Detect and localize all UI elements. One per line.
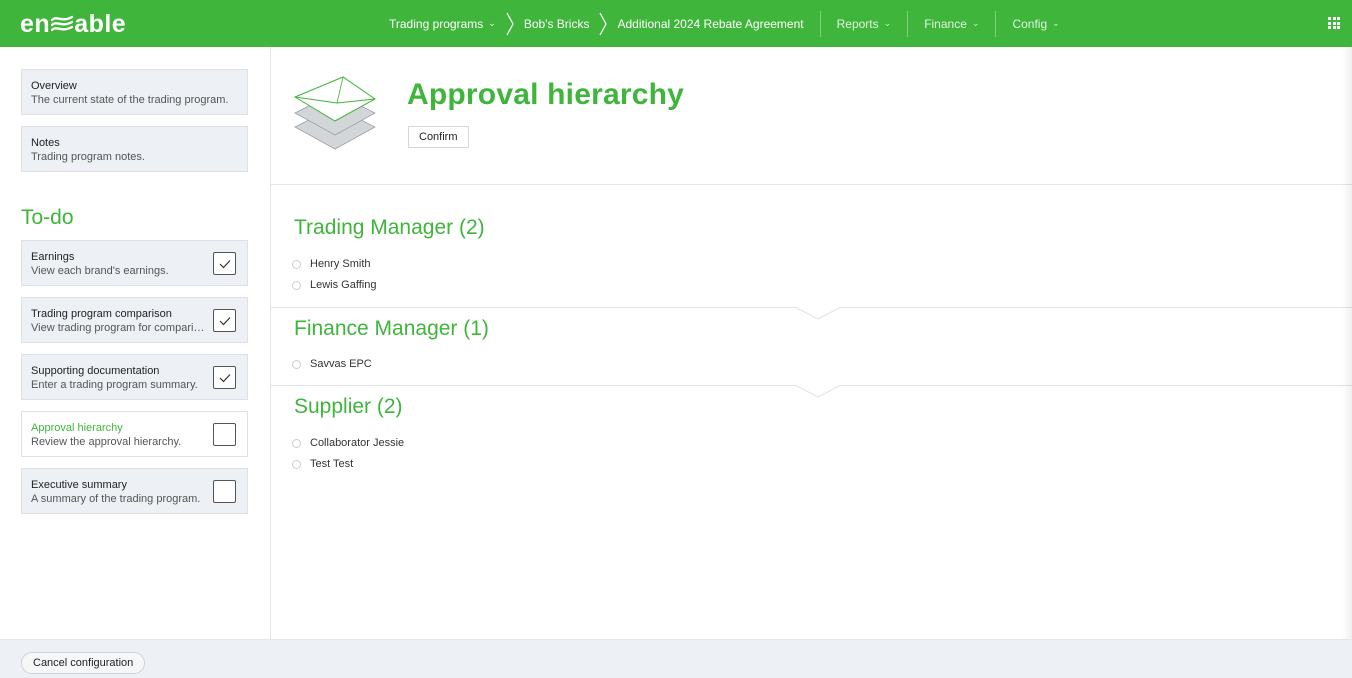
chevron-down-icon: ⌄ — [971, 18, 980, 28]
todo-checkbox[interactable] — [213, 366, 236, 389]
checkmark-icon — [219, 373, 230, 382]
breadcrumb-separator-icon — [599, 12, 608, 35]
enable-logo[interactable]: en able — [20, 9, 126, 39]
menu-finance[interactable]: Finance ⌄ — [924, 17, 979, 31]
sidebar-item-overview[interactable]: Overview The current state of the tradin… — [21, 69, 248, 115]
list-item: Test Test — [292, 458, 353, 470]
status-dot-icon — [292, 280, 301, 290]
page-header: Approval hierarchy Confirm — [271, 47, 1352, 185]
footer-bar: Cancel configuration — [0, 639, 1352, 678]
section-heading: Finance Manager (1) — [294, 317, 489, 340]
todo-item-earnings[interactable]: Earnings View each brand's earnings. — [21, 240, 248, 286]
sidebar: Overview The current state of the tradin… — [0, 47, 271, 639]
logo-text-right: able — [74, 9, 127, 38]
breadcrumb-trading-programs[interactable]: Trading programs ⌄ — [389, 17, 496, 31]
todo-item-trading-program-comparison[interactable]: Trading program comparison View trading … — [21, 297, 248, 343]
list-item: Collaborator Jessie — [292, 437, 404, 449]
top-navbar: en able Trading programs ⌄ Bob's Bricks … — [0, 0, 1352, 47]
todo-heading: To-do — [21, 206, 74, 229]
approval-section-finance-manager: Finance Manager (1) Savvas EPC — [271, 308, 1352, 385]
list-item: Henry Smith — [292, 258, 371, 270]
logo-wave-icon — [51, 15, 74, 32]
approval-section-supplier: Supplier (2) Collaborator Jessie Test Te… — [271, 386, 1352, 486]
todo-checkbox[interactable] — [213, 252, 236, 275]
breadcrumb-separator-icon — [506, 12, 514, 35]
scroll-shadow — [1342, 47, 1352, 639]
approver-name: Savvas EPC — [310, 358, 372, 370]
apps-grid-icon[interactable] — [1328, 17, 1340, 29]
page-title: Approval hierarchy — [407, 78, 685, 111]
status-dot-icon — [292, 259, 301, 269]
section-heading: Trading Manager (2) — [294, 216, 485, 239]
status-dot-icon — [292, 359, 301, 369]
approver-name: Collaborator Jessie — [310, 437, 405, 449]
breadcrumb: Trading programs ⌄ Bob's Bricks Addition… — [389, 0, 1060, 47]
menu-reports[interactable]: Reports ⌄ — [837, 17, 892, 31]
checkmark-icon — [219, 259, 230, 268]
status-dot-icon — [292, 459, 301, 469]
cancel-configuration-button[interactable]: Cancel configuration — [21, 652, 146, 674]
nav-divider — [907, 10, 909, 37]
approver-name: Lewis Gaffing — [310, 279, 377, 291]
approval-section-trading-manager: Trading Manager (2) Henry Smith Lewis Ga… — [271, 185, 1352, 307]
status-dot-icon — [292, 438, 301, 448]
envelope-stack-icon — [293, 76, 376, 150]
nav-divider — [995, 10, 997, 37]
breadcrumb-agreement[interactable]: Additional 2024 Rebate Agreement — [617, 17, 803, 31]
chevron-down-icon: ⌄ — [883, 18, 892, 28]
list-item: Lewis Gaffing — [292, 279, 376, 291]
confirm-button[interactable]: Confirm — [408, 126, 469, 148]
chevron-down-icon: ⌄ — [488, 18, 496, 28]
chevron-down-icon: ⌄ — [1052, 18, 1060, 28]
approver-name: Test Test — [310, 458, 354, 470]
section-heading: Supplier (2) — [294, 395, 403, 418]
menu-config[interactable]: Config ⌄ — [1012, 17, 1059, 31]
breadcrumb-bobs-bricks[interactable]: Bob's Bricks — [524, 17, 590, 31]
sidebar-item-notes[interactable]: Notes Trading program notes. — [21, 126, 248, 172]
list-item: Savvas EPC — [292, 358, 372, 370]
logo-text-left: en — [20, 9, 51, 38]
approver-name: Henry Smith — [310, 258, 371, 270]
nav-divider — [819, 10, 821, 37]
todo-checkbox[interactable] — [213, 309, 236, 332]
todo-item-supporting-documentation[interactable]: Supporting documentation Enter a trading… — [21, 354, 248, 400]
todo-checkbox[interactable] — [213, 423, 236, 446]
todo-checkbox[interactable] — [213, 480, 236, 503]
checkmark-icon — [219, 316, 230, 325]
todo-item-executive-summary[interactable]: Executive summary A summary of the tradi… — [21, 468, 248, 514]
todo-item-approval-hierarchy[interactable]: Approval hierarchy Review the approval h… — [21, 411, 248, 457]
